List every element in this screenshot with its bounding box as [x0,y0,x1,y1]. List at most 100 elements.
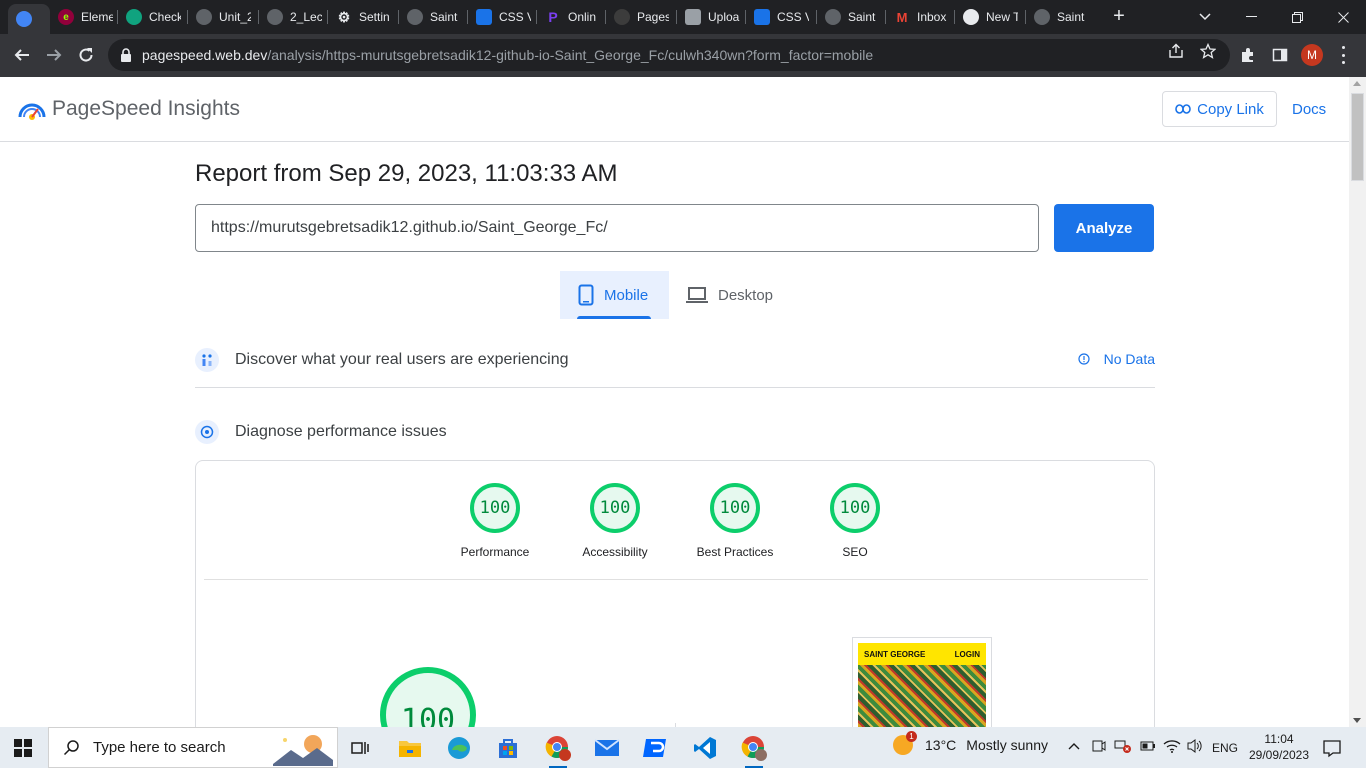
windows-start-icon[interactable] [14,739,32,757]
extensions-button[interactable] [1238,45,1258,65]
globe-icon [196,9,212,25]
weather-widget[interactable]: 1 13°C Mostly sunny [893,731,1048,755]
vscode-button[interactable] [690,733,720,763]
chevron-up-icon [1068,743,1080,750]
real-users-section[interactable]: Discover what your real users are experi… [195,332,1155,388]
battery-button[interactable] [1140,740,1156,755]
close-window-button[interactable] [1320,0,1366,34]
tab-new-tab[interactable]: New T [955,4,1025,30]
tab-desktop[interactable]: Desktop [686,271,796,319]
score-label: Accessibility [582,545,648,559]
score-label: Best Practices [696,545,774,559]
scroll-thumb[interactable] [1351,93,1364,181]
share-icon [1169,43,1183,58]
score-value: 100 [470,483,520,533]
tab-online[interactable]: P Onlin [537,4,605,30]
minimize-button[interactable] [1228,0,1274,34]
share-button[interactable] [1167,42,1185,60]
globe-icon [825,9,841,25]
tab-inbox[interactable]: M Inbox [886,4,954,30]
scroll-down-arrow-icon[interactable] [1353,718,1361,723]
store-icon [499,739,517,758]
folder-icon [399,741,421,757]
tab-css-2[interactable]: CSS V [746,4,816,30]
store-button[interactable] [493,733,523,763]
tab-mobile[interactable]: Mobile [560,271,669,319]
docs-link[interactable]: Docs [1292,101,1326,118]
sun-icon: 1 [893,731,917,755]
tab-upload[interactable]: Uploa [677,4,745,30]
tab-settings[interactable]: ⚙ Settin [328,4,398,30]
meet-now-button[interactable] [1092,738,1106,757]
score-gauge-accessibility[interactable]: 100 Accessibility [555,483,675,559]
mail-icon [594,739,620,756]
pagespeed-logo-icon [18,103,46,120]
back-button[interactable] [7,40,37,70]
search-highlight-image-icon [273,735,333,766]
notification-icon [1323,740,1341,758]
tab-search-button[interactable] [1182,0,1228,34]
tab-unit[interactable]: Unit_2 [188,4,258,30]
chrome-icon [741,736,767,761]
analyze-button[interactable]: Analyze [1054,204,1154,252]
address-bar[interactable]: pagespeed.web.dev/analysis/https-murutsg… [108,39,1230,71]
scores-card: 100 Performance 100 Accessibility 100 Be… [195,460,1155,727]
side-panel-icon [1272,48,1288,62]
new-tab-button[interactable]: + [1108,5,1130,27]
input-language-button[interactable]: ENG [1212,741,1238,755]
star-icon [1200,43,1216,59]
tab-lecture[interactable]: 2_Lec [259,4,327,30]
tab-css-1[interactable]: CSS V [468,4,536,30]
no-data-indicator[interactable]: No Data [1078,351,1155,367]
reload-button[interactable] [71,40,101,70]
volume-button[interactable] [1186,738,1204,757]
tab-chatgpt[interactable]: Check [118,4,186,30]
chrome-second-profile-button[interactable] [739,733,769,768]
tab-pages[interactable]: Pages [606,4,676,30]
network-error-button[interactable] [1114,738,1132,757]
copy-link-button[interactable]: Copy Link [1162,91,1277,127]
scroll-up-arrow-icon[interactable] [1353,81,1361,86]
elementor-icon: e [58,9,74,25]
system-clock[interactable]: 11:04 29/09/2023 [1244,731,1314,763]
bookmark-button[interactable] [1199,42,1217,60]
minimize-icon [1245,16,1257,17]
tab-saint-1[interactable]: Saint [399,4,467,30]
taskbar-search-box[interactable]: Type here to search [48,727,338,768]
tab-saint-2[interactable]: Saint [817,4,885,30]
file-explorer-button[interactable] [395,733,425,763]
notification-center-button[interactable] [1322,738,1342,758]
pagespeed-icon [16,11,32,27]
browser-menu-button[interactable] [1340,46,1346,64]
score-gauge-best-practices[interactable]: 100 Best Practices [675,483,795,559]
score-gauge-performance[interactable]: 100 Performance [435,483,555,559]
thumbnail-header: SAINT GEORGE LOGIN [858,643,986,665]
wifi-button[interactable] [1163,739,1181,756]
vscode-icon [694,737,716,759]
url-input[interactable] [195,204,1039,252]
battery-icon [1140,741,1155,751]
score-gauge-seo[interactable]: 100 SEO [795,483,915,559]
back-arrow-icon [14,49,29,61]
profile-avatar[interactable]: M [1301,44,1323,66]
info-icon [1078,353,1090,365]
tab-pagespeed[interactable] [8,4,50,34]
forward-button[interactable] [39,40,69,70]
cube-icon [476,9,492,25]
side-panel-button[interactable] [1270,45,1290,65]
tab-elementor[interactable]: e Eleme [50,4,116,30]
edge-button[interactable] [444,733,474,763]
task-view-button[interactable] [345,733,375,763]
diagnose-section[interactable]: Diagnose performance issues [195,407,1155,457]
page-scrollbar[interactable] [1349,77,1366,727]
mail-button[interactable] [592,733,622,763]
show-hidden-icons-button[interactable] [1068,739,1080,753]
score-label: Performance [460,545,530,559]
chrome-profile-button[interactable] [543,733,573,768]
thumbnail-image [858,665,986,727]
score-value: 100 [830,483,880,533]
link-icon [1175,104,1191,114]
restore-button[interactable] [1274,0,1320,34]
tab-saint-3[interactable]: Saint [1026,4,1096,30]
power-automate-button[interactable] [641,733,671,763]
